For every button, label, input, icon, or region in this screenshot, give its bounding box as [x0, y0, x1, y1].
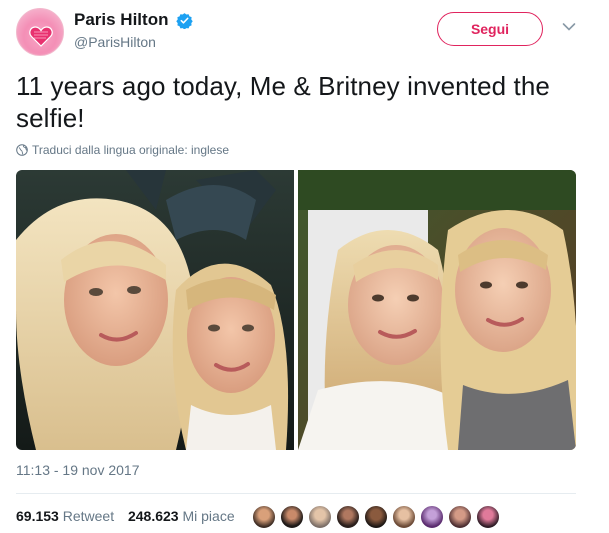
globe-icon: [16, 144, 28, 156]
retweet-count-label: Retweet: [62, 508, 115, 524]
liker-avatar[interactable]: [252, 505, 276, 529]
tweet-card: Paris Hilton @ParisHilton Segui 11 years…: [0, 0, 609, 533]
divider: [16, 493, 576, 494]
translate-label: Traduci dalla lingua originale: inglese: [32, 143, 230, 157]
photo-right[interactable]: [298, 170, 576, 450]
liker-avatar[interactable]: [280, 505, 304, 529]
user-handle[interactable]: @ParisHilton: [74, 34, 193, 50]
heart-icon: [29, 26, 53, 47]
tweet-text: 11 years ago today, Me & Britney invente…: [16, 71, 550, 133]
liker-avatar[interactable]: [476, 505, 500, 529]
retweet-count[interactable]: 69.153 Retweet: [16, 508, 114, 524]
display-name[interactable]: Paris Hilton: [74, 10, 168, 30]
verified-badge-icon: [176, 12, 193, 29]
liker-avatar[interactable]: [336, 505, 360, 529]
photo-left[interactable]: [16, 170, 294, 450]
follow-button[interactable]: Segui: [437, 12, 543, 46]
avatar[interactable]: [16, 8, 64, 56]
like-count-label: Mi piace: [182, 508, 235, 524]
tweet-timestamp[interactable]: 11:13 - 19 nov 2017: [16, 462, 140, 478]
liker-avatars: [250, 505, 520, 529]
media-grid: [16, 170, 576, 450]
liker-avatar[interactable]: [392, 505, 416, 529]
liker-avatar[interactable]: [308, 505, 332, 529]
like-count[interactable]: 248.623 Mi piace: [128, 508, 235, 524]
liker-avatar[interactable]: [364, 505, 388, 529]
translate-link[interactable]: Traduci dalla lingua originale: inglese: [16, 143, 229, 157]
chevron-down-icon[interactable]: [562, 22, 576, 32]
tweet-stats: 69.153 Retweet 248.623 Mi piace: [16, 508, 245, 524]
user-names: Paris Hilton @ParisHilton: [74, 10, 193, 50]
tweet-header: Paris Hilton @ParisHilton Segui: [16, 8, 594, 56]
like-count-value: 248.623: [127, 508, 179, 524]
liker-avatar[interactable]: [448, 505, 472, 529]
liker-avatar[interactable]: [420, 505, 444, 529]
retweet-count-value: 69.153: [16, 508, 59, 524]
